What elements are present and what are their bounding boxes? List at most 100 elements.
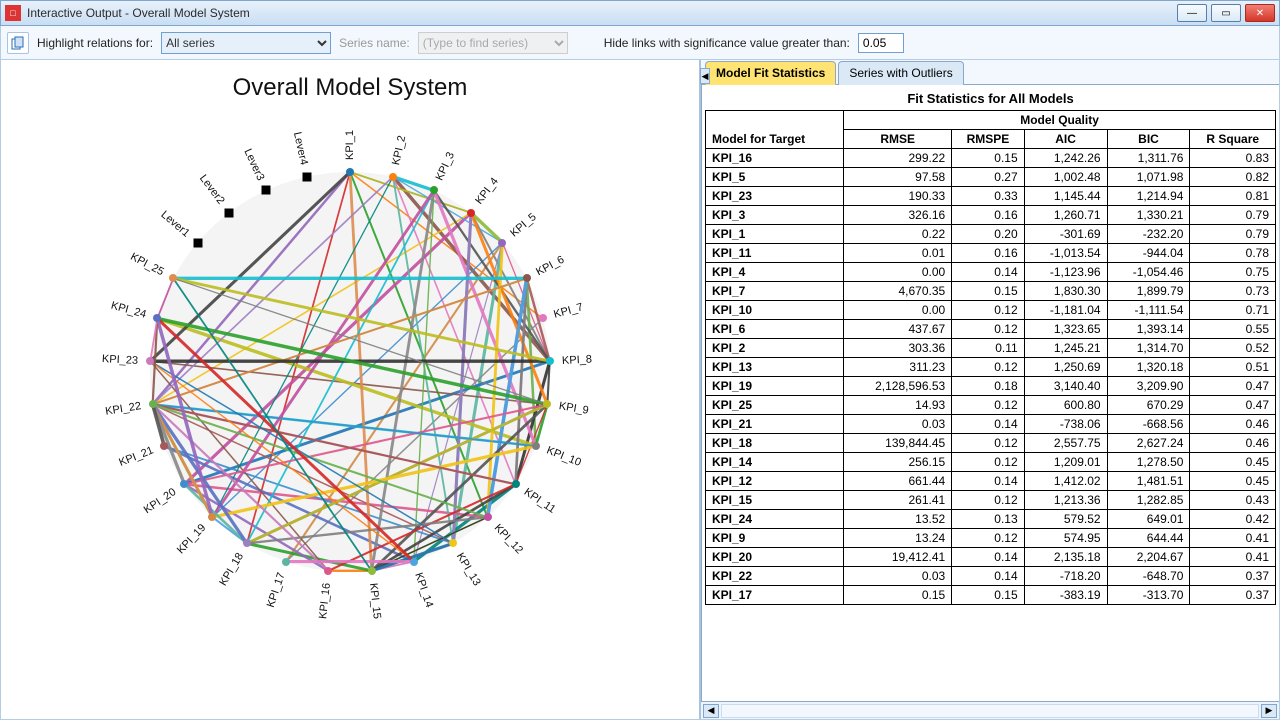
kpi-node[interactable] (430, 186, 438, 194)
kpi-node[interactable] (160, 442, 168, 450)
kpi-node[interactable] (180, 480, 188, 488)
table-row[interactable]: KPI_12661.440.141,412.021,481.510.45 (706, 472, 1276, 491)
cell-value: 0.14 (952, 472, 1024, 491)
table-row[interactable]: KPI_192,128,596.530.183,140.403,209.900.… (706, 377, 1276, 396)
kpi-node[interactable] (368, 567, 376, 575)
table-row[interactable]: KPI_170.150.15-383.19-313.700.37 (706, 586, 1276, 605)
maximize-button[interactable]: ▭ (1211, 4, 1241, 22)
cell-value: 0.78 (1190, 244, 1276, 263)
kpi-node[interactable] (498, 239, 506, 247)
kpi-node[interactable] (539, 314, 547, 322)
kpi-node[interactable] (346, 168, 354, 176)
horizontal-scrollbar[interactable]: ◀ ▶ (701, 701, 1279, 719)
cell-value: -648.70 (1107, 567, 1190, 586)
kpi-node[interactable] (282, 558, 290, 566)
cell-value: 0.71 (1190, 301, 1276, 320)
table-row[interactable]: KPI_15261.410.121,213.361,282.850.43 (706, 491, 1276, 510)
kpi-node[interactable] (449, 539, 457, 547)
kpi-node[interactable] (149, 400, 157, 408)
cell-value: 1,071.98 (1107, 168, 1190, 187)
cell-target: KPI_22 (706, 567, 844, 586)
cell-target: KPI_12 (706, 472, 844, 491)
cell-value: 0.12 (952, 320, 1024, 339)
lever-node[interactable] (262, 186, 271, 195)
kpi-node[interactable] (523, 274, 531, 282)
table-row[interactable]: KPI_210.030.14-738.06-668.560.46 (706, 415, 1276, 434)
scroll-left-icon[interactable]: ◀ (703, 704, 719, 718)
cell-value: 0.55 (1190, 320, 1276, 339)
cell-target: KPI_18 (706, 434, 844, 453)
table-row[interactable]: KPI_18139,844.450.122,557.752,627.240.46 (706, 434, 1276, 453)
table-row[interactable]: KPI_13311.230.121,250.691,320.180.51 (706, 358, 1276, 377)
cell-value: 0.16 (952, 206, 1024, 225)
kpi-node[interactable] (169, 274, 177, 282)
table-row[interactable]: KPI_6437.670.121,323.651,393.140.55 (706, 320, 1276, 339)
table-row[interactable]: KPI_2413.520.13579.52649.010.42 (706, 510, 1276, 529)
table-row[interactable]: KPI_2303.360.111,245.211,314.700.52 (706, 339, 1276, 358)
table-row[interactable]: KPI_220.030.14-718.20-648.700.37 (706, 567, 1276, 586)
cell-value: 0.12 (952, 358, 1024, 377)
kpi-node[interactable] (484, 513, 492, 521)
cell-target: KPI_14 (706, 453, 844, 472)
scroll-track[interactable] (721, 704, 1259, 718)
table-caption: Fit Statistics for All Models (702, 85, 1279, 110)
kpi-node[interactable] (324, 567, 332, 575)
cell-value: -1,111.54 (1107, 301, 1190, 320)
table-row[interactable]: KPI_2514.930.12600.80670.290.47 (706, 396, 1276, 415)
table-row[interactable]: KPI_3326.160.161,260.711,330.210.79 (706, 206, 1276, 225)
cell-value: 1,323.65 (1024, 320, 1107, 339)
cell-value: 0.14 (952, 548, 1024, 567)
table-row[interactable]: KPI_2019,412.410.142,135.182,204.670.41 (706, 548, 1276, 567)
network-chart[interactable]: KPI_1KPI_2KPI_3KPI_4KPI_5KPI_6KPI_7KPI_8… (90, 112, 610, 632)
scroll-right-icon[interactable]: ▶ (1261, 704, 1277, 718)
kpi-node[interactable] (467, 209, 475, 217)
kpi-node[interactable] (243, 539, 251, 547)
kpi-node[interactable] (153, 314, 161, 322)
cell-value: 1,278.50 (1107, 453, 1190, 472)
kpi-node[interactable] (389, 173, 397, 181)
kpi-node[interactable] (208, 513, 216, 521)
table-row[interactable]: KPI_100.000.12-1,181.04-1,111.540.71 (706, 301, 1276, 320)
table-row[interactable]: KPI_23190.330.331,145.441,214.940.81 (706, 187, 1276, 206)
tab-series-outliers[interactable]: Series with Outliers (838, 61, 963, 85)
table-row[interactable]: KPI_16299.220.151,242.261,311.760.83 (706, 149, 1276, 168)
network-panel: Overall Model System KPI_1KPI_2KPI_3KPI_… (1, 60, 701, 719)
cell-value: 2,204.67 (1107, 548, 1190, 567)
stats-panel: Model Fit Statistics Series with Outlier… (701, 60, 1279, 719)
kpi-node[interactable] (512, 480, 520, 488)
significance-input[interactable] (858, 33, 904, 53)
kpi-node[interactable] (146, 357, 154, 365)
table-row[interactable]: KPI_10.220.20-301.69-232.200.79 (706, 225, 1276, 244)
kpi-node[interactable] (546, 357, 554, 365)
table-row[interactable]: KPI_74,670.350.151,830.301,899.790.73 (706, 282, 1276, 301)
table-row[interactable]: KPI_40.000.14-1,123.96-1,054.460.75 (706, 263, 1276, 282)
cell-target: KPI_10 (706, 301, 844, 320)
kpi-node[interactable] (532, 442, 540, 450)
minimize-button[interactable]: — (1177, 4, 1207, 22)
toolbar: Highlight relations for: All series Seri… (0, 26, 1280, 60)
col-header: AIC (1024, 130, 1107, 149)
cell-value: 97.58 (844, 168, 952, 187)
tab-model-fit[interactable]: Model Fit Statistics (705, 61, 836, 85)
cell-value: 2,135.18 (1024, 548, 1107, 567)
cell-value: 600.80 (1024, 396, 1107, 415)
lever-node[interactable] (224, 208, 233, 217)
lever-node[interactable] (303, 172, 312, 181)
table-row[interactable]: KPI_913.240.12574.95644.440.41 (706, 529, 1276, 548)
node-label: KPI_8 (561, 353, 592, 367)
collapse-handle[interactable]: ◀ (700, 68, 710, 84)
cell-target: KPI_21 (706, 415, 844, 434)
table-row[interactable]: KPI_110.010.16-1,013.54-944.040.78 (706, 244, 1276, 263)
cell-value: 0.43 (1190, 491, 1276, 510)
lever-node[interactable] (193, 238, 202, 247)
table-row[interactable]: KPI_14256.150.121,209.011,278.500.45 (706, 453, 1276, 472)
close-button[interactable]: ✕ (1245, 4, 1275, 22)
col-target: Model for Target (706, 111, 844, 149)
table-row[interactable]: KPI_597.580.271,002.481,071.980.82 (706, 168, 1276, 187)
hide-links-label: Hide links with significance value great… (604, 36, 850, 50)
kpi-node[interactable] (543, 400, 551, 408)
copy-icon[interactable] (7, 32, 29, 54)
highlight-select[interactable]: All series (161, 32, 331, 54)
cell-value: 0.01 (844, 244, 952, 263)
kpi-node[interactable] (410, 558, 418, 566)
